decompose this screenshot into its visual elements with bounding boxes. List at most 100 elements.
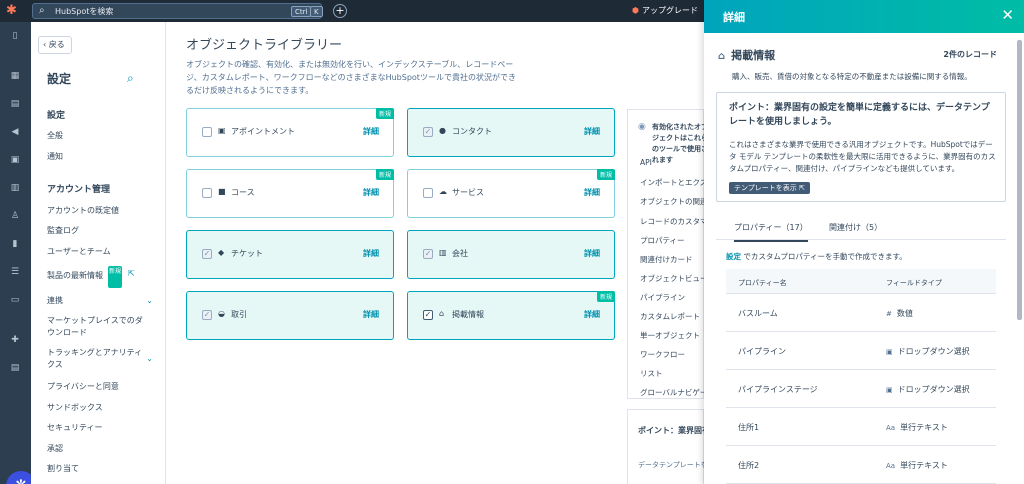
table-row[interactable]: 住所2 Aa 単行テキスト (726, 446, 996, 484)
table-row[interactable]: パイプラインステージ ▣ ドロップダウン選択 (726, 370, 996, 408)
object-checkbox[interactable]: ✓ (423, 249, 433, 259)
global-search-input[interactable]: ⌕ HubSpotを検索 Ctrl K (32, 3, 323, 19)
data-icon[interactable]: ☰ (8, 266, 22, 278)
object-name: ⌂ 掲載情報 (718, 47, 775, 63)
details-link[interactable]: 詳細 (363, 187, 379, 198)
sidebar-item-assignments[interactable]: 割り当て (47, 463, 147, 475)
object-checkbox[interactable]: ✓ (202, 249, 212, 259)
crm-icon[interactable]: ▤ (8, 98, 22, 110)
details-drawer: 詳細 ✕ ⌂ 掲載情報 2件のレコード 購入、販売、賃借の対象となる特定の不動産ま… (704, 0, 1024, 484)
settings-link[interactable]: 設定 (726, 252, 741, 261)
tool-item: 関連付けカード (640, 255, 693, 264)
object-label: チケット (231, 249, 263, 258)
object-checkbox[interactable] (202, 188, 212, 198)
details-link[interactable]: 詳細 (584, 248, 600, 259)
upgrade-label: アップグレード (641, 6, 698, 15)
table-row[interactable]: バスルーム # 数値 (726, 294, 996, 332)
close-icon[interactable]: ✕ (1001, 6, 1014, 24)
tool-item: インポートとエクスポート (640, 178, 704, 187)
workspaces-icon[interactable]: ▦ (8, 70, 22, 82)
new-badge: 新規 (596, 169, 615, 180)
object-card-listings[interactable]: ✓ ⌂ 掲載情報 詳細 新規 (407, 291, 615, 340)
sidebar-item-security[interactable]: セキュリティー (47, 422, 147, 434)
field-type: ▣ ドロップダウン選択 (886, 384, 970, 395)
object-card-deals[interactable]: ✓ ◒ 取引 詳細 (186, 291, 394, 340)
details-link[interactable]: 詳細 (584, 187, 600, 198)
object-checkbox[interactable] (423, 188, 433, 198)
object-checkbox[interactable] (202, 127, 212, 137)
lightbulb-icon: ◉ (638, 122, 646, 132)
bookmark-icon[interactable]: ▯ (8, 30, 22, 42)
library-icon[interactable]: ▭ (8, 294, 22, 306)
column-header-property-name[interactable]: プロパティー名 (738, 278, 787, 288)
tool-item: 単一オブジェクト (640, 331, 700, 340)
drawer-scrollbar[interactable] (1017, 40, 1022, 320)
object-checkbox[interactable]: ✓ (423, 310, 433, 320)
object-label: アポイントメント (231, 127, 295, 136)
sidebar-item-marketplace-downloads[interactable]: マーケットプレイスでのダウンロード (47, 315, 147, 339)
tip-title: ポイント：業界固有の設定を簡単に定義するには、データテンプレートを使用しましょう… (638, 426, 704, 435)
tool-item: パイプライン (640, 293, 685, 302)
tab-properties[interactable]: プロパティー（17） (734, 222, 808, 242)
tools-panel: ◉ 有効化されたオブジェクトはこれらのツールで使用されます API インポートと… (627, 109, 704, 399)
object-checkbox[interactable]: ✓ (202, 310, 212, 320)
tool-item: プロパティー (640, 236, 685, 245)
sidebar-item-account-defaults[interactable]: アカウントの既定値 (47, 205, 147, 217)
view-template-button[interactable]: テンプレートを表示 ⇱ (729, 182, 810, 194)
book-icon: ■ (218, 187, 226, 196)
object-card-courses[interactable]: ■ コース 詳細 新規 (186, 169, 394, 218)
drawer-tabs: プロパティー（17） 関連付け（5） (716, 216, 1006, 242)
property-name: 住所2 (738, 461, 760, 470)
sidebar-item-privacy-consent[interactable]: プライバシーと同意 (47, 381, 147, 393)
marketplace-icon[interactable]: ▤ (8, 362, 22, 374)
details-link[interactable]: 詳細 (363, 248, 379, 259)
sales-icon[interactable]: ▥ (8, 182, 22, 194)
collapse-icon[interactable]: ✚ (8, 334, 22, 346)
dropdown-icon: ▣ (886, 386, 893, 394)
object-label: 会社 (452, 249, 468, 258)
sidebar-item-general[interactable]: 全般 (47, 130, 147, 142)
sidebar-item-audit-log[interactable]: 監査ログ (47, 225, 147, 237)
hubspot-logo-icon[interactable]: ✱ (6, 4, 20, 18)
marketing-icon[interactable]: ◀ (8, 126, 22, 138)
building-icon: ▥ (439, 248, 447, 257)
tool-item: ワークフロー (640, 350, 685, 359)
object-label: コンタクト (452, 127, 492, 136)
upgrade-icon: ⬢ (632, 6, 639, 15)
object-card-contacts[interactable]: ✓ ● コンタクト 詳細 (407, 108, 615, 157)
sidebar-item-notifications[interactable]: 通知 (47, 151, 147, 163)
field-type: # 数値 (886, 308, 913, 319)
sidebar-item-tracking-analytics[interactable]: トラッキングとアナリティクス ⌄ (47, 347, 153, 371)
sidebar-item-users-teams[interactable]: ユーザーとチーム (47, 246, 147, 258)
sidebar-heading-account-management: アカウント管理 (47, 185, 111, 195)
back-button[interactable]: ‹ 戻る (38, 36, 72, 54)
details-link[interactable]: 詳細 (363, 126, 379, 137)
reports-icon[interactable]: ▮ (8, 238, 22, 250)
sidebar-item-sandboxes[interactable]: サンドボックス (47, 402, 147, 414)
details-link[interactable]: 詳細 (584, 309, 600, 320)
object-description: 購入、販売、賃借の対象となる特定の不動産または設備に関する情報。 (732, 72, 972, 81)
object-card-services[interactable]: ☁ サービス 詳細 新規 (407, 169, 615, 218)
sidebar-item-integrations[interactable]: 連携 ⌄ (47, 295, 153, 307)
tab-associations[interactable]: 関連付け（5） (829, 222, 882, 233)
settings-search-icon[interactable]: ⌕ (127, 71, 134, 86)
column-header-field-type[interactable]: フィールドタイプ (886, 278, 942, 288)
table-row[interactable]: パイプライン ▣ ドロップダウン選択 (726, 332, 996, 370)
create-new-button[interactable]: + (333, 4, 347, 18)
object-card-companies[interactable]: ✓ ▥ 会社 詳細 (407, 230, 615, 279)
sidebar-item-approvals[interactable]: 承認 (47, 443, 147, 455)
content-icon[interactable]: ▣ (8, 154, 22, 166)
object-card-appointments[interactable]: ▣ アポイントメント 詳細 新規 (186, 108, 394, 157)
object-checkbox[interactable]: ✓ (423, 127, 433, 137)
table-row[interactable]: 住所1 Aa 単行テキスト (726, 408, 996, 446)
service-icon[interactable]: ♙ (8, 210, 22, 222)
sidebar-heading-settings: 設定 (47, 111, 66, 121)
details-link[interactable]: 詳細 (363, 309, 379, 320)
property-name: パイプラインステージ (738, 385, 818, 394)
properties-table: プロパティー名 フィールドタイプ バスルーム # 数値 パイプライン ▣ ドロップダ… (726, 269, 996, 484)
tool-item: リスト (640, 369, 663, 378)
object-card-tickets[interactable]: ✓ ◆ チケット 詳細 (186, 230, 394, 279)
upgrade-button[interactable]: ⬢ アップグレード (632, 5, 698, 16)
details-link[interactable]: 詳細 (584, 126, 600, 137)
object-label: 取引 (231, 310, 247, 319)
